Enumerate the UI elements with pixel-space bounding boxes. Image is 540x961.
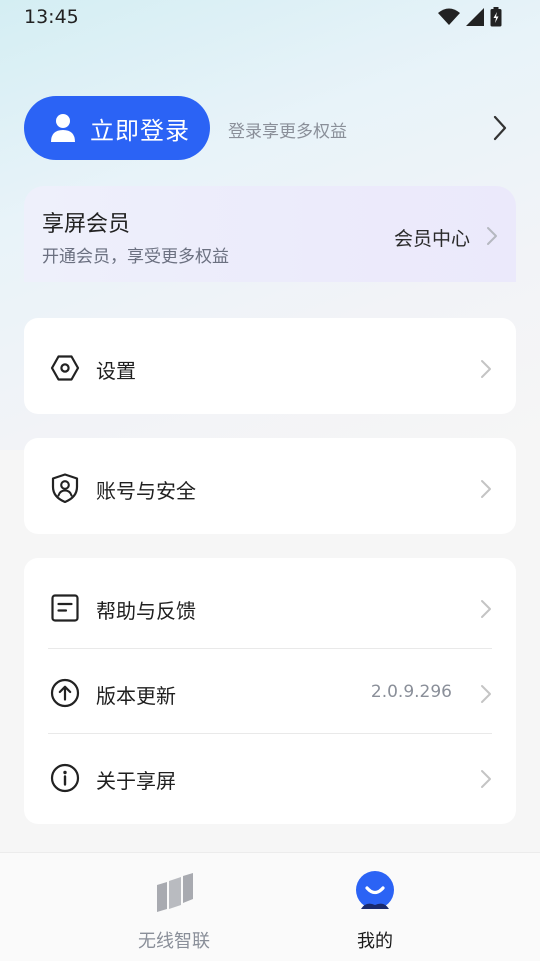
menu-item-label: 设置 <box>96 359 136 383</box>
menu-item-help-feedback[interactable]: 帮助与反馈 <box>24 561 516 651</box>
info-circle-icon <box>50 763 80 793</box>
nav-label: 我的 <box>357 931 393 952</box>
chevron-right-icon <box>481 360 491 378</box>
wifi-icon <box>438 8 460 25</box>
menu-item-label: 版本更新 <box>96 684 176 708</box>
cast-screens-icon <box>157 873 193 912</box>
battery-charging-icon <box>490 7 502 27</box>
bottom-nav: 无线智联 我的 <box>0 852 540 961</box>
chevron-right-icon <box>481 480 491 498</box>
help-card: 帮助与反馈 版本更新 2.0.9.296 关于享屏 <box>24 558 516 824</box>
account-card: 账号与安全 <box>24 438 516 534</box>
chevron-right-icon <box>481 600 491 618</box>
vip-center-link[interactable]: 会员中心 <box>394 224 470 251</box>
nav-label: 无线智联 <box>138 931 210 952</box>
login-button[interactable]: 立即登录 <box>24 96 210 160</box>
menu-item-version-update[interactable]: 版本更新 2.0.9.296 <box>24 646 516 736</box>
login-row: 立即登录 登录享更多权益 <box>24 96 516 162</box>
login-subtitle: 登录享更多权益 <box>228 122 347 142</box>
version-number: 2.0.9.296 <box>370 682 452 702</box>
menu-item-label: 账号与安全 <box>96 479 196 503</box>
user-icon <box>51 114 75 142</box>
login-button-label: 立即登录 <box>90 116 190 145</box>
menu-item-label: 关于享屏 <box>96 769 176 793</box>
menu-item-label: 帮助与反馈 <box>96 599 196 623</box>
menu-item-settings[interactable]: 设置 <box>24 321 516 411</box>
menu-item-account-security[interactable]: 账号与安全 <box>24 441 516 531</box>
settings-hexagon-icon <box>50 355 80 381</box>
upload-circle-icon <box>50 678 80 708</box>
status-icons <box>438 7 502 27</box>
chevron-right-icon <box>487 227 497 245</box>
status-bar: 13:45 <box>0 0 540 34</box>
chevron-right-icon[interactable] <box>492 114 508 142</box>
chevron-right-icon <box>481 685 491 703</box>
vip-title: 享屏会员 <box>42 212 131 237</box>
nav-item-wireless-connect[interactable]: 无线智联 <box>94 853 254 961</box>
chevron-right-icon <box>481 770 491 788</box>
menu-item-about[interactable]: 关于享屏 <box>24 731 516 821</box>
vip-subtitle: 开通会员，享受更多权益 <box>42 247 229 267</box>
cellular-signal-icon <box>466 8 484 26</box>
nav-item-mine[interactable]: 我的 <box>295 853 455 961</box>
document-icon <box>51 594 79 622</box>
vip-membership-card[interactable]: 享屏会员 开通会员，享受更多权益 会员中心 <box>24 186 516 282</box>
shield-user-icon <box>51 473 79 503</box>
settings-card: 设置 <box>24 318 516 414</box>
status-time: 13:45 <box>24 6 79 28</box>
profile-face-icon <box>356 871 394 909</box>
